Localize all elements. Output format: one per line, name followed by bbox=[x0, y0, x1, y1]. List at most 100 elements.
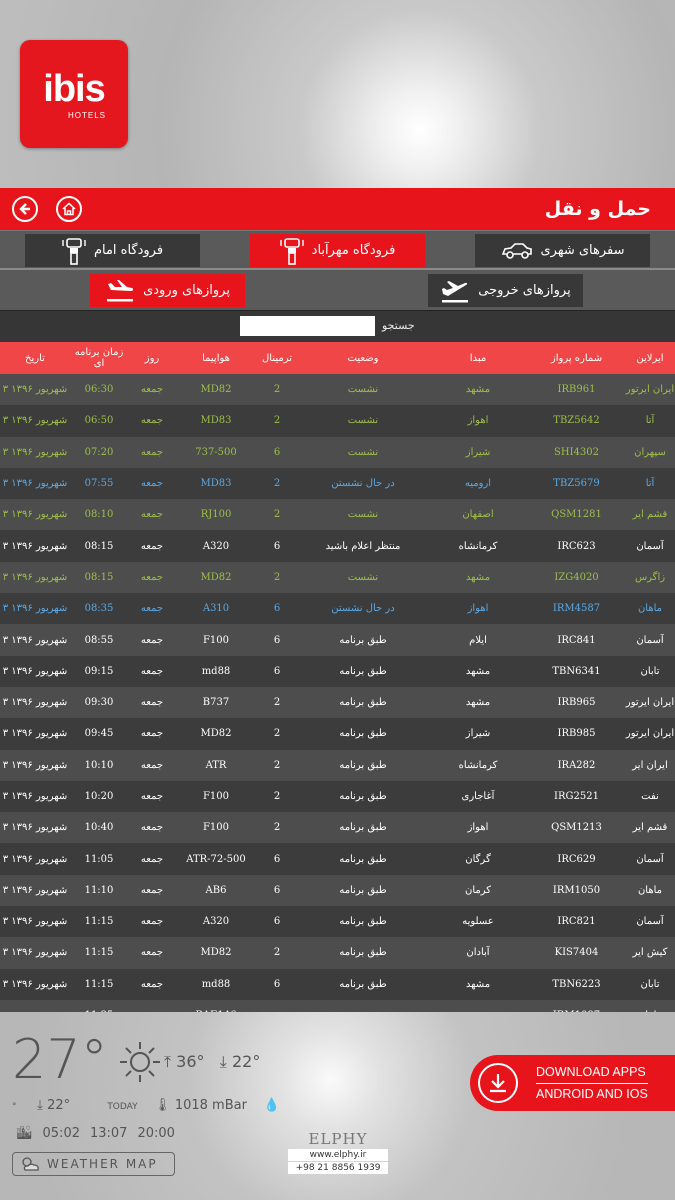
table-row[interactable]: ۳ شهریور ۱۳۹۶ 08:10 جمعه RJ100 2 نشست اصفهان QS… bbox=[0, 499, 675, 531]
tab-imam-airport[interactable]: فرودگاه امام bbox=[25, 234, 200, 267]
tab-arrivals-label: پروازهای ورودی bbox=[143, 283, 230, 298]
table-row[interactable]: ۳ شهریور ۱۳۹۶ 09:15 جمعه md88 6 طبق برنامه مشه… bbox=[0, 655, 675, 687]
table-row[interactable]: ۳ شهریور ۱۳۹۶ 08:55 جمعه F100 6 طبق برنامه ایل… bbox=[0, 624, 675, 656]
cell-aircraft: BAE146 bbox=[176, 999, 256, 1012]
pressure-value: 1018 mBar bbox=[174, 1098, 247, 1113]
cell-airline: ایران ایرتور bbox=[625, 686, 675, 719]
cell-day: جمعه bbox=[128, 749, 176, 781]
table-row[interactable]: ۳ شهریور ۱۳۹۶ 10:10 جمعه ATR 2 طبق برنامه کرما… bbox=[0, 749, 675, 781]
download-text: DOWNLOAD APPS ANDROID AND IOS bbox=[536, 1062, 648, 1104]
cell-time: 07:20 bbox=[70, 436, 128, 468]
table-row[interactable]: ۳ شهریور ۱۳۹۶ 06:30 جمعه MD82 2 نشست مشهد IRB96… bbox=[0, 374, 675, 406]
cell-day: جمعه bbox=[128, 780, 176, 813]
logo-sub: HOTELS bbox=[67, 110, 106, 120]
cell-terminal: 6 bbox=[256, 655, 298, 687]
cell-origin: آبادان bbox=[428, 937, 528, 969]
page-title: حمل و نقل bbox=[544, 198, 651, 220]
car-icon bbox=[501, 242, 532, 259]
cell-origin: اهواز bbox=[428, 593, 528, 625]
cell-time: 11:15 bbox=[70, 937, 128, 969]
cell-airline: کیش ایر bbox=[625, 937, 675, 969]
tab-departures[interactable]: پروازهای خروجی bbox=[428, 274, 583, 307]
cell-terminal: 6 bbox=[256, 843, 298, 875]
cell-flight: IRC629 bbox=[528, 843, 625, 875]
weather-map-button[interactable]: WEATHER MAP bbox=[12, 1152, 175, 1176]
cell-date: ۳ شهریور ۱۳۹۶ bbox=[0, 624, 70, 656]
home-icon bbox=[62, 202, 76, 216]
cell-airline: آتا bbox=[625, 467, 675, 500]
cell-terminal: 2 bbox=[256, 780, 298, 813]
cell-airline: آسمان bbox=[625, 530, 675, 562]
cell-status: طبق برنامه bbox=[298, 655, 428, 687]
cell-flight: TBN6341 bbox=[528, 655, 625, 687]
cell-airline: ماهان bbox=[625, 593, 675, 625]
cell-terminal: 6 bbox=[256, 593, 298, 625]
table-row[interactable]: ۳ شهریور ۱۳۹۶ 09:30 جمعه B737 2 طبق برنامه مشه… bbox=[0, 686, 675, 719]
cell-day: جمعه bbox=[128, 405, 176, 437]
table-row[interactable]: ۳ شهریور ۱۳۹۶ 11:05 جمعه ATR-72-500 6 طبق برن… bbox=[0, 843, 675, 875]
cell-date: ۳ شهریور ۱۳۹۶ bbox=[0, 812, 70, 844]
cell-status: طبق برنامه bbox=[298, 686, 428, 719]
search-input[interactable] bbox=[240, 316, 375, 336]
home-button[interactable] bbox=[56, 196, 82, 222]
cell-status: نشست bbox=[298, 561, 428, 594]
cell-terminal: 2 bbox=[256, 812, 298, 844]
cell-aircraft: MD82 bbox=[176, 937, 256, 969]
tab-mehrabad-airport[interactable]: فرودگاه مهرآباد bbox=[250, 234, 425, 267]
col-aircraft: هواپیما bbox=[176, 342, 256, 374]
back-arrow-icon bbox=[19, 203, 30, 215]
table-row[interactable]: ۳ شهریور ۱۳۹۶ 06:50 جمعه MD83 2 نشست اهواز TBZ5… bbox=[0, 405, 675, 437]
cell-flight: IRG2521 bbox=[528, 780, 625, 813]
cell-aircraft: AB6 bbox=[176, 874, 256, 907]
cell-time: 07:55 bbox=[70, 467, 128, 500]
header-icons bbox=[0, 196, 82, 222]
table-row[interactable]: ۳ شهریور ۱۳۹۶ 11:15 جمعه md88 6 طبق برنامه مشه… bbox=[0, 968, 675, 1000]
cell-time: 11:10 bbox=[70, 874, 128, 907]
cell-day: جمعه bbox=[128, 812, 176, 844]
cell-day: جمعه bbox=[128, 624, 176, 656]
cell-flight: TBZ5679 bbox=[528, 467, 625, 500]
cell-aircraft: 737-500 bbox=[176, 436, 256, 468]
cell-origin: آغاجاری bbox=[428, 780, 528, 813]
cell-flight: KIS7404 bbox=[528, 937, 625, 969]
cell-flight: IRB985 bbox=[528, 718, 625, 750]
direction-tabs: پروازهای خروجی پروازهای ورودی bbox=[0, 268, 675, 310]
table-row[interactable]: ۳ شهریور ۱۳۹۶ 10:20 جمعه F100 2 طبق برنامه آغا… bbox=[0, 780, 675, 813]
table-row[interactable]: ۳ شهریور ۱۳۹۶ 08:15 جمعه MD82 2 نشست مشهد IZG40… bbox=[0, 561, 675, 594]
cell-flight: IRC841 bbox=[528, 624, 625, 656]
low-temp: 22° bbox=[231, 1052, 261, 1071]
cell-terminal: 2 bbox=[256, 937, 298, 969]
logo-brand: ibis bbox=[43, 67, 105, 110]
cell-origin: مشهد bbox=[428, 374, 528, 406]
category-tabs: سفرهای شهری فرودگاه مهرآباد فرودگاه امام bbox=[0, 230, 675, 268]
tab-mehrabad-label: فرودگاه مهرآباد bbox=[311, 243, 396, 258]
cell-flight: IZG4020 bbox=[528, 561, 625, 594]
tab-arrivals[interactable]: پروازهای ورودی bbox=[90, 274, 245, 307]
cell-origin: شیراز bbox=[428, 718, 528, 750]
table-row[interactable]: ۳ شهریور ۱۳۹۶ 11:15 جمعه A320 6 طبق برنامه عسل… bbox=[0, 906, 675, 938]
tab-city-trips[interactable]: سفرهای شهری bbox=[475, 234, 650, 267]
table-row[interactable]: ۳ شهریور ۱۳۹۶ 08:15 جمعه A320 6 منتظر اعلام ب… bbox=[0, 530, 675, 562]
back-button[interactable] bbox=[12, 196, 38, 222]
cell-flight: QSM1213 bbox=[528, 812, 625, 844]
table-row[interactable]: ۳ شهریور ۱۳۹۶ 08:35 جمعه A310 6 در حال نشستن ا… bbox=[0, 593, 675, 625]
download-apps-button[interactable]: DOWNLOAD APPS ANDROID AND IOS bbox=[470, 1055, 675, 1111]
cell-time: 11:35 bbox=[70, 999, 128, 1012]
cell-airline: تابان bbox=[625, 655, 675, 687]
table-row[interactable]: ۳ شهریور ۱۳۹۶ 10:40 جمعه F100 2 طبق برنامه اهو… bbox=[0, 812, 675, 844]
cell-terminal: 2 bbox=[256, 405, 298, 437]
table-row[interactable]: ۳ شهریور ۱۳۹۶ 07:55 جمعه MD83 2 در حال نشستن ا… bbox=[0, 467, 675, 500]
table-row[interactable]: ۳ شهریور ۱۳۹۶ 11:15 جمعه MD82 2 طبق برنامه آبا… bbox=[0, 937, 675, 969]
cell-aircraft: md88 bbox=[176, 968, 256, 1000]
flights-table-container[interactable]: تاریخ زمان برنامه ای روز هواپیما ترمینال… bbox=[0, 342, 675, 1012]
download-icon bbox=[490, 1074, 506, 1093]
cell-day: جمعه bbox=[128, 499, 176, 531]
down-arrow-icon: ⤓ bbox=[219, 1052, 227, 1071]
table-row[interactable]: ۳ شهریور ۱۳۹۶ 11:10 جمعه AB6 6 طبق برنامه کرما… bbox=[0, 874, 675, 907]
table-row[interactable]: 11:35 BAE146 IRM1087ماهان bbox=[0, 999, 675, 1012]
table-row[interactable]: ۳ شهریور ۱۳۹۶ 07:20 جمعه 737-500 6 نشست شیراز S… bbox=[0, 436, 675, 468]
table-row[interactable]: ۳ شهریور ۱۳۹۶ 09:45 جمعه MD82 2 طبق برنامه شیر… bbox=[0, 718, 675, 750]
cell-flight: QSM1281 bbox=[528, 499, 625, 531]
cell-date: ۳ شهریور ۱۳۹۶ bbox=[0, 686, 70, 719]
control-tower-icon bbox=[62, 237, 86, 265]
